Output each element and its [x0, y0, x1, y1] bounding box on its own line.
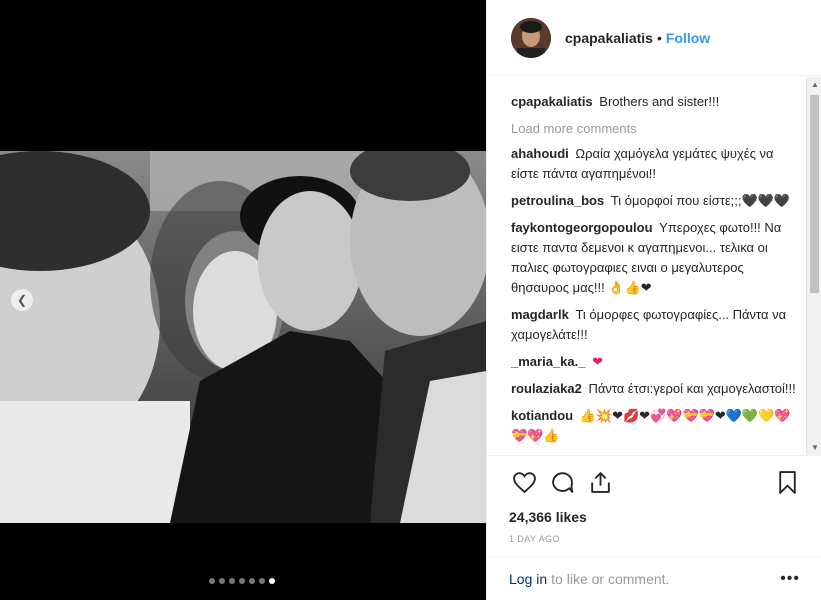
share-icon	[590, 471, 610, 493]
avatar[interactable]	[511, 17, 551, 58]
carousel-dot	[219, 578, 225, 584]
comment-item: faykontogeorgopoulou Υπεροχες φωτο!!! Να…	[511, 218, 798, 298]
comment-username[interactable]: ahahoudi	[511, 146, 569, 161]
like-button[interactable]	[509, 467, 539, 497]
comment-item: kotiandou 👍💥❤💋❤💞💖💝💝❤💙💚💛💖💝💖👍	[511, 406, 798, 446]
scroll-up-icon[interactable]: ▲	[811, 80, 819, 89]
comment-text: ❤	[592, 354, 603, 369]
likes-count[interactable]: 24,366 likes	[509, 508, 802, 526]
post-photo[interactable]	[0, 151, 486, 523]
carousel-dot	[249, 578, 255, 584]
post-timestamp[interactable]: 1 DAY AGO	[509, 534, 802, 544]
comment-item: ahahoudi Ωραία χαμόγελα γεμάτες ψυχές να…	[511, 144, 798, 184]
speech-bubble-icon	[551, 471, 573, 493]
carousel-dot	[259, 578, 265, 584]
photo-image	[0, 151, 486, 523]
comments-list: cpapakaliatis Brothers and sister!!! Loa…	[487, 77, 821, 455]
comment-item: petroulina_bos Τι όμορφοί που είστε;;;🖤🖤…	[511, 191, 798, 211]
comment-item: _maria_ka._ ❤	[511, 352, 798, 372]
comment-button[interactable]	[547, 467, 577, 497]
share-button[interactable]	[585, 467, 615, 497]
login-prompt-text: to like or comment.	[551, 570, 670, 587]
caption-username[interactable]: cpapakaliatis	[511, 94, 593, 109]
caption-text: Brothers and sister!!!	[599, 94, 720, 109]
comment-username[interactable]: _maria_ka._	[511, 354, 585, 369]
comment-username[interactable]: roulaziaka2	[511, 381, 582, 396]
post-actions: 24,366 likes 1 DAY AGO	[487, 455, 821, 544]
heart-icon	[512, 471, 536, 493]
comment-username[interactable]: faykontogeorgopoulou	[511, 220, 653, 235]
follow-button[interactable]: Follow	[666, 30, 710, 46]
post-panel: cpapakaliatis • Follow cpapakaliatis Bro…	[486, 0, 821, 600]
carousel-dot	[239, 578, 245, 584]
carousel-dot-active	[269, 578, 275, 584]
login-footer: Log in to like or comment. •••	[487, 556, 821, 600]
post-header: cpapakaliatis • Follow	[487, 0, 821, 76]
comment-text: Πάντα έτσι:γεροί και χαμογελαστοί!!!	[588, 381, 796, 396]
carousel-prev-button[interactable]: ❮	[11, 289, 33, 311]
comments-scrollbar[interactable]: ▲ ▼	[806, 77, 821, 455]
action-icons	[509, 464, 802, 500]
comment-username[interactable]: magdarlk	[511, 307, 569, 322]
comment-item: roulaziaka2 Πάντα έτσι:γεροί και χαμογελ…	[511, 379, 798, 399]
save-button[interactable]	[772, 467, 802, 497]
caption: cpapakaliatis Brothers and sister!!!	[511, 92, 798, 112]
comment-username[interactable]: kotiandou	[511, 408, 573, 423]
scroll-down-icon[interactable]: ▼	[811, 443, 819, 452]
header-username[interactable]: cpapakaliatis	[565, 30, 653, 46]
media-area: ❮	[0, 0, 486, 600]
scrollbar-thumb[interactable]	[810, 95, 819, 293]
load-more-comments[interactable]: Load more comments	[511, 119, 798, 139]
carousel-dot	[209, 578, 215, 584]
bookmark-icon	[778, 470, 796, 494]
header-separator: •	[656, 29, 662, 46]
carousel-dot	[229, 578, 235, 584]
carousel-indicator	[209, 578, 275, 584]
login-link[interactable]: Log in	[509, 571, 547, 587]
more-options-icon[interactable]: •••	[780, 570, 800, 588]
chevron-left-icon: ❮	[16, 293, 28, 307]
comment-text: Τι όμορφοί που είστε;;;🖤🖤🖤	[610, 193, 791, 208]
comment-item: magdarlk Τι όμορφες φωτογραφίες... Πάντα…	[511, 305, 798, 345]
comment-username[interactable]: petroulina_bos	[511, 193, 604, 208]
